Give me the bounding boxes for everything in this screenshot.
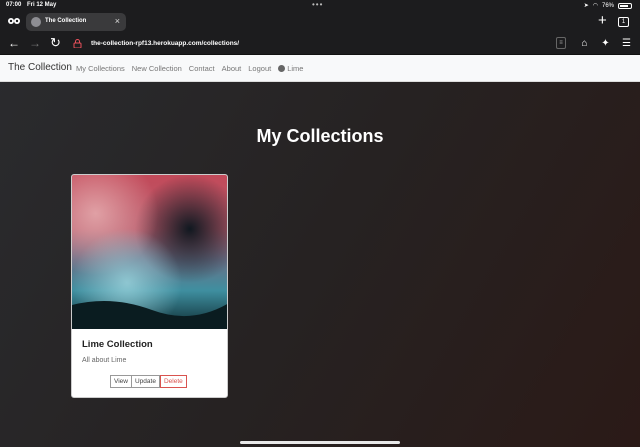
reload-icon[interactable]: ↻ — [50, 35, 61, 51]
url-field[interactable]: the-collection-rpf13.herokuapp.com/colle… — [91, 40, 239, 47]
reader-view-icon[interactable]: ≡ — [556, 37, 566, 49]
nav-logout[interactable]: Logout — [248, 64, 271, 73]
battery-percent: 76% — [601, 2, 614, 9]
battery-icon — [618, 2, 632, 9]
nav-contact[interactable]: Contact — [189, 64, 215, 73]
tab-the-collection[interactable]: The Collection × — [26, 13, 126, 31]
page-title: My Collections — [256, 126, 384, 146]
collection-card: Lime Collection All about Lime View Upda… — [71, 174, 228, 398]
close-tab-icon[interactable]: × — [115, 16, 120, 26]
nav-user[interactable]: Lime — [278, 64, 303, 73]
new-tab-icon[interactable]: + — [598, 12, 607, 29]
nav-about[interactable]: About — [222, 64, 242, 73]
wifi-icon: ◠ — [592, 3, 598, 9]
home-indicator[interactable] — [240, 441, 400, 444]
forward-arrow-icon[interactable]: → — [29, 36, 41, 50]
site-security-icon[interactable] — [73, 39, 82, 48]
card-title: Lime Collection — [82, 339, 153, 350]
nav-user-label: Lime — [287, 64, 304, 73]
tab-count-button[interactable]: 1 — [618, 17, 629, 27]
update-button[interactable]: Update — [131, 375, 160, 388]
view-button[interactable]: View — [110, 375, 132, 388]
tab-title: The Collection — [45, 18, 87, 24]
back-arrow-icon[interactable]: ← — [8, 36, 20, 50]
user-icon — [278, 65, 286, 72]
address-bar: ← → ↻ the-collection-rpf13.herokuapp.com… — [0, 32, 640, 55]
nav-my-collections[interactable]: My Collections — [76, 64, 125, 73]
nav-new-collection[interactable]: New Collection — [132, 64, 182, 73]
home-icon[interactable]: ⌂ — [578, 37, 591, 50]
tab-bar: The Collection × + 1 — [0, 12, 640, 32]
collection-image — [72, 175, 227, 329]
site-brand-link[interactable]: The Collection — [8, 62, 72, 73]
card-description: All about Lime — [82, 357, 127, 364]
extensions-icon[interactable]: ✦ — [599, 37, 612, 50]
status-date: Fri 12 May — [27, 2, 57, 8]
status-bar: 07:00 Fri 12 May ••• ➤ ◠ 76% — [0, 0, 640, 12]
card-actions: View Update Delete — [110, 375, 187, 388]
status-right: ➤ ◠ 76% — [584, 2, 632, 9]
private-browsing-icon[interactable] — [8, 17, 20, 25]
location-icon: ➤ — [583, 3, 589, 9]
web-page: The Collection My Collections New Collec… — [0, 55, 640, 447]
site-navbar: The Collection My Collections New Collec… — [0, 55, 640, 82]
menu-icon[interactable]: ☰ — [620, 37, 633, 50]
status-time: 07:00 — [6, 2, 22, 8]
multitask-dots-icon[interactable]: ••• — [312, 0, 323, 9]
favicon-icon — [31, 17, 41, 27]
nav-links: My Collections New Collection Contact Ab… — [76, 64, 303, 73]
delete-button[interactable]: Delete — [159, 375, 187, 388]
